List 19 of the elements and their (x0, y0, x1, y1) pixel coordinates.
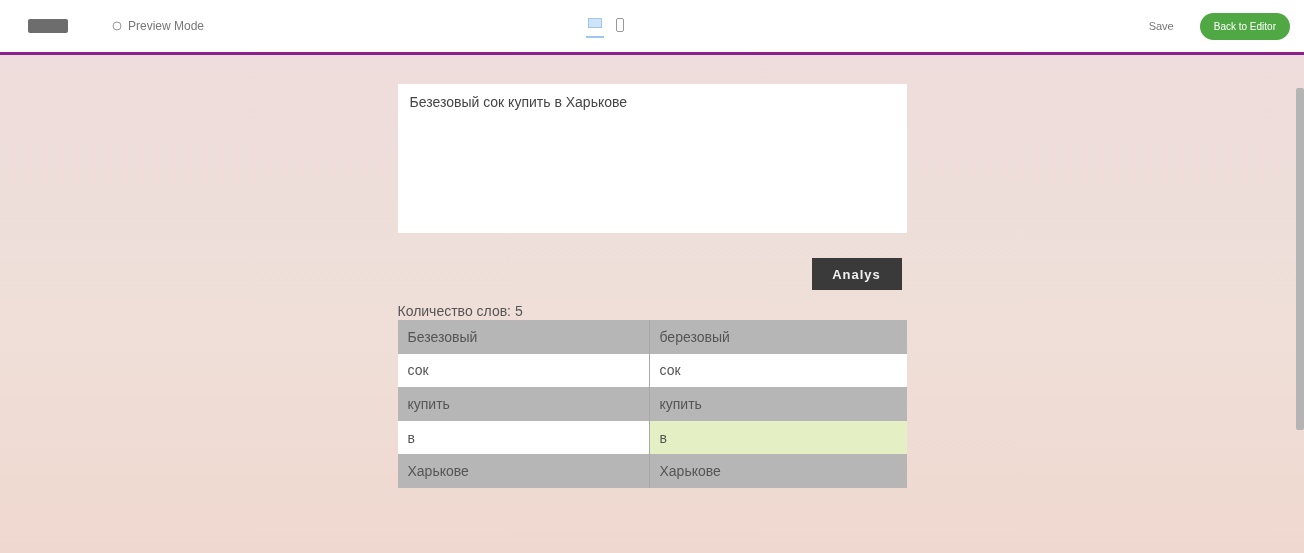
eye-icon (112, 21, 122, 31)
table-cell-text: в (406, 428, 416, 448)
save-link[interactable]: Save (1148, 20, 1174, 32)
scrollbar[interactable] (1296, 88, 1304, 430)
logo-icon (28, 19, 68, 33)
table-cell-text: Безезовый (406, 327, 479, 347)
table-cell: березовый (648, 320, 907, 354)
text-input-field[interactable]: Безезовый сок купить в Харькове (397, 84, 907, 233)
table-cell-text: Харькове (406, 462, 470, 482)
preview-mode-label: Preview Mode (112, 19, 205, 33)
phone-icon (616, 18, 625, 32)
table-cell: купить (648, 387, 907, 421)
analyze-button[interactable]: Analys (811, 258, 902, 290)
table-cell-text: купить (406, 395, 451, 414)
monitor-icon (588, 18, 603, 30)
word-count-label: Количество слов: 5 (397, 303, 524, 320)
table-cell-text: сок (406, 361, 430, 381)
table-cell: Харькове (648, 454, 907, 488)
table-cell: в (648, 420, 907, 455)
